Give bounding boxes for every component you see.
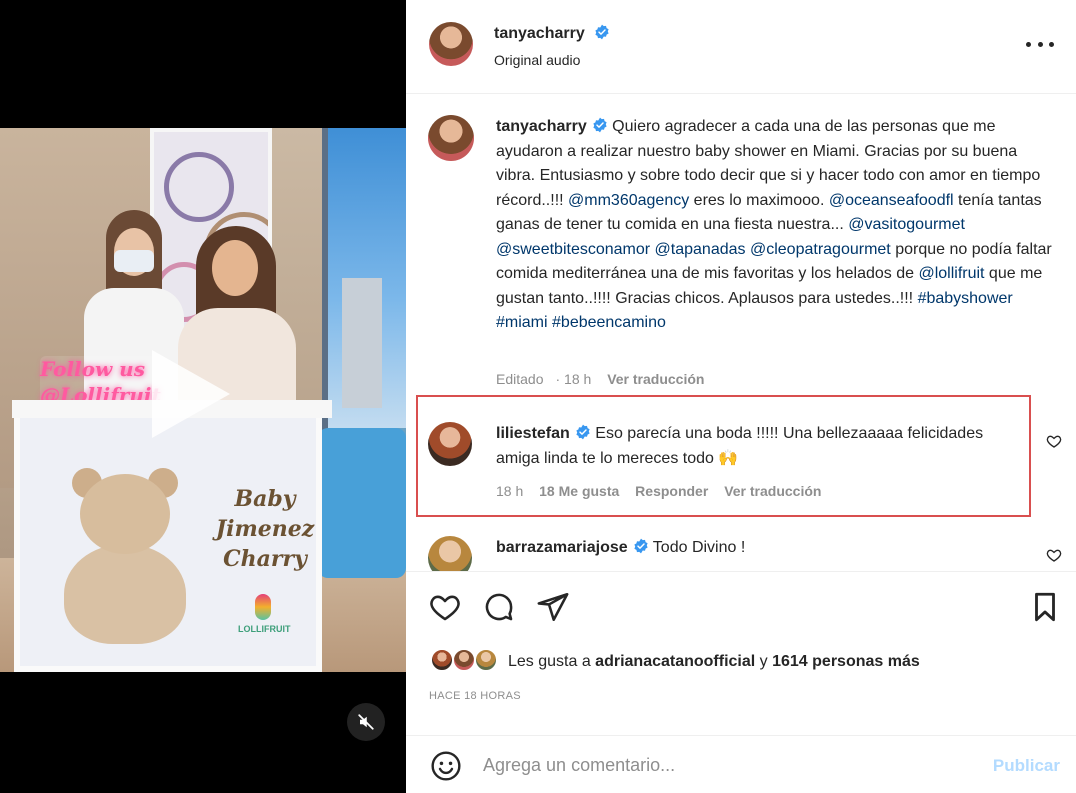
likes-user-link[interactable]: adrianacatanoofficial [595, 653, 755, 670]
hashtag-link[interactable]: #miami [496, 314, 548, 331]
comment-text: liliestefan Eso parecía una boda !!!!! U… [496, 422, 996, 471]
caption-time[interactable]: 18 h [564, 371, 591, 387]
comment-username[interactable]: barrazamariajose [496, 539, 628, 556]
dessert-cart: Baby Jimenez Charry LOLLIFRUIT [12, 400, 332, 672]
comment-meta: 18 h 18 Me gusta Responder Ver traducció… [496, 483, 833, 499]
dot-icon [1049, 41, 1054, 47]
post-timestamp[interactable]: HACE 18 HORAS [429, 690, 521, 702]
caption-meta: Editado · 18 h Ver traducción [496, 371, 705, 387]
cart-title-line-2: Jimenez [215, 516, 315, 542]
post-header: tanyacharry Original audio [406, 0, 1076, 94]
mention-link[interactable]: @lollifruit [918, 265, 984, 282]
volume-muted-icon [358, 714, 374, 730]
comments-list[interactable]: tanyacharry Quiero agradecer a cada una … [406, 95, 1076, 571]
avatar[interactable] [429, 22, 473, 66]
see-translation-link[interactable]: Ver traducción [724, 483, 821, 499]
emoji-icon[interactable] [430, 750, 462, 782]
verified-badge-icon [595, 24, 609, 40]
like-heart-icon[interactable] [428, 590, 462, 624]
caption-body: Quiero agradecer a cada una de las perso… [496, 118, 1052, 331]
comment-username[interactable]: liliestefan [496, 425, 570, 442]
comment-text: barrazamariajose Todo Divino ! [496, 536, 996, 561]
avatar[interactable] [428, 422, 472, 466]
mention-link[interactable]: @mm360agency [568, 192, 689, 209]
share-paper-plane-icon[interactable] [536, 590, 570, 624]
caption-text-segment: eres lo maximooo. [689, 191, 829, 209]
mention-link[interactable]: @oceanseafoodfl [829, 192, 954, 209]
comment-time[interactable]: 18 h [496, 483, 523, 499]
see-translation-link[interactable]: Ver traducción [607, 371, 704, 387]
caption-text: tanyacharry Quiero agradecer a cada una … [496, 115, 1056, 336]
hashtag-link[interactable]: #babyshower [918, 290, 1013, 307]
media-viewer[interactable]: Follow us @Lollifruit Baby Jimenez Charr… [0, 0, 406, 793]
play-icon[interactable] [152, 350, 230, 438]
verified-badge-icon [576, 424, 590, 440]
likes-middle: y [755, 653, 773, 670]
likes-count-link[interactable]: 1614 personas más [772, 653, 920, 670]
likes-text: Les gusta a adrianacatanoofficial y 1614… [508, 653, 920, 671]
likes-prefix: Les gusta a [508, 653, 596, 670]
comment-bubble-icon[interactable] [482, 590, 516, 624]
like-comment-heart-icon[interactable] [1046, 547, 1062, 563]
avatar[interactable] [428, 115, 474, 161]
like-comment-heart-icon[interactable] [1046, 433, 1062, 449]
comment-composer: Publicar [406, 735, 1076, 793]
comment-input[interactable] [483, 750, 963, 780]
mute-button[interactable] [347, 703, 385, 741]
mention-link[interactable]: @cleopatragourmet [750, 241, 891, 258]
more-options-button[interactable] [1026, 34, 1054, 54]
lollifruit-logo: LOLLIFRUIT [238, 594, 291, 634]
ice-cream-cooler [318, 428, 406, 578]
avatar[interactable] [474, 648, 498, 672]
mention-link[interactable]: @sweetbitesconamor [496, 241, 650, 258]
verified-badge-icon [593, 117, 607, 133]
caption-username[interactable]: tanyacharry [496, 118, 587, 135]
mention-link[interactable]: @vasitogourmet [848, 216, 965, 233]
cart-title: Baby Jimenez Charry [210, 484, 320, 574]
mention-link[interactable]: @tapanadas [655, 241, 746, 258]
author-line: tanyacharry [494, 24, 610, 43]
hashtag-link[interactable]: #bebeencamino [552, 314, 666, 331]
teddy-bear-illustration [50, 468, 200, 654]
avatar[interactable] [428, 536, 472, 571]
likes-summary: Les gusta a adrianacatanoofficial y 1614… [406, 644, 1076, 680]
avatar[interactable] [452, 648, 476, 672]
cart-title-line-3: Charry [223, 546, 307, 572]
comment-body: Todo Divino ! [652, 539, 746, 556]
save-bookmark-icon[interactable] [1028, 590, 1062, 624]
publish-button[interactable]: Publicar [993, 756, 1060, 776]
neon-line-1: Follow us [40, 357, 145, 381]
reply-button[interactable]: Responder [635, 483, 708, 499]
dot-icon [1037, 41, 1043, 47]
dot-icon [1026, 41, 1031, 47]
logo-text: LOLLIFRUIT [238, 624, 291, 634]
action-bar [406, 571, 1076, 641]
verified-badge-icon [634, 538, 648, 554]
author-username[interactable]: tanyacharry [494, 25, 585, 42]
post-panel: tanyacharry Original audio tanyacharry Q… [406, 0, 1076, 793]
edited-label: Editado [496, 371, 544, 387]
comment-likes-link[interactable]: 18 Me gusta [539, 483, 619, 499]
cart-title-line-1: Baby [234, 486, 296, 512]
avatar[interactable] [430, 648, 454, 672]
audio-label[interactable]: Original audio [494, 52, 580, 68]
